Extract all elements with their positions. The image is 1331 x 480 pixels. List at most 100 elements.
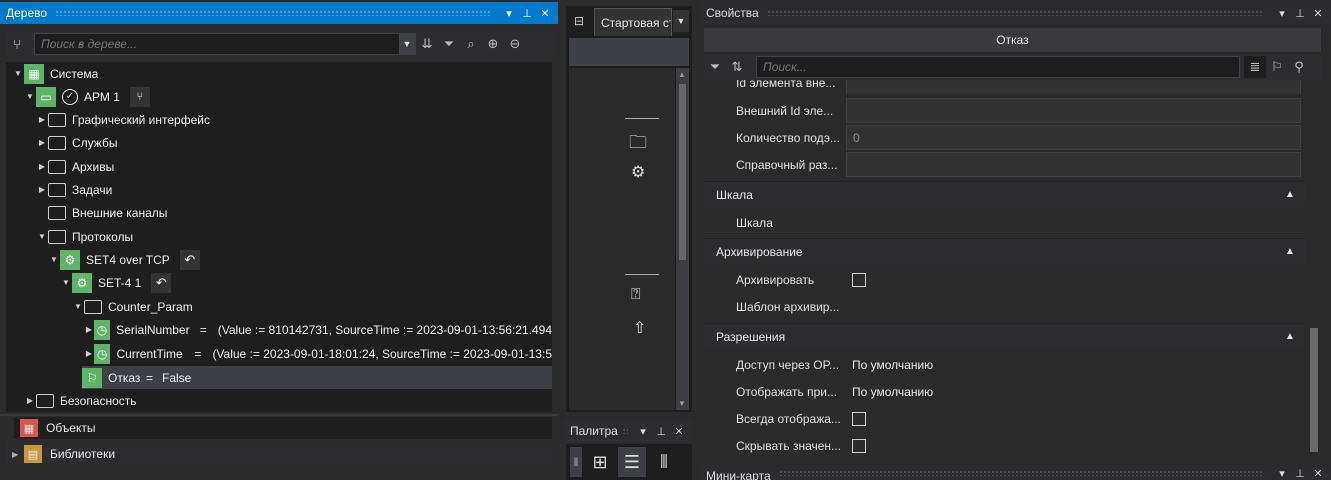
pin-icon[interactable]: ⊥ — [1293, 6, 1307, 20]
categorized-icon[interactable]: ≣ — [1244, 56, 1266, 78]
columns-view-icon[interactable]: ⦀ — [650, 447, 678, 477]
collapsed-icon[interactable]: ▶ — [84, 349, 94, 358]
collapsed-icon[interactable]: ▶ — [12, 450, 24, 459]
search-icon[interactable]: ⌕ — [460, 33, 482, 55]
tree-node-eq: = — [194, 346, 202, 361]
tree-search-box[interactable]: ▼ — [34, 33, 416, 55]
collapsed-icon[interactable]: ▶ — [36, 115, 48, 124]
expanded-icon[interactable]: ▼ — [60, 278, 72, 287]
tree-node-system[interactable]: ▼ ▦ Система — [12, 62, 98, 85]
collapse-all-icon[interactable]: ⇊ — [416, 33, 438, 55]
tree-node-external-channels[interactable]: Внешние каналы — [36, 201, 167, 224]
sort-icon[interactable]: ⇅ — [726, 56, 748, 78]
objects-panel-header[interactable]: ▦ Объекты — [14, 417, 552, 439]
drag-handle-icon[interactable]: ‖ — [570, 447, 582, 477]
collapsed-icon[interactable]: ▶ — [36, 138, 48, 147]
collapsed-icon[interactable]: ▶ — [36, 185, 48, 194]
tree-node-serial-number[interactable]: ▶ ◷ SerialNumber = (Value := 810142731, … — [84, 318, 552, 341]
pin-icon[interactable]: ⊥ — [1293, 466, 1307, 480]
folder-icon[interactable]: 🗀 — [629, 130, 647, 160]
zoom-out-icon[interactable]: ⊖ — [504, 33, 526, 55]
collapse-icon[interactable]: ▲ — [1285, 331, 1305, 342]
property-value[interactable]: По умолчанию — [846, 379, 1305, 404]
close-icon[interactable]: ✕ — [538, 6, 552, 20]
property-value[interactable]: По умолчанию — [846, 352, 1305, 377]
libraries-panel-header[interactable]: ▶ ▤ Библиотеки — [6, 442, 552, 466]
tree-search-input[interactable] — [41, 37, 399, 51]
tree-structure-icon[interactable]: ⑂ — [6, 33, 28, 55]
tree-node-set4-1[interactable]: ▼ ⚙ SET-4 1 ↶ — [60, 271, 172, 294]
list-view-icon[interactable]: ☰ — [618, 447, 646, 477]
tree-node-failure[interactable]: ⚐ Отказ = False — [82, 366, 552, 389]
tree-node-counter-param[interactable]: ▼ Counter_Param — [72, 295, 193, 318]
tree-node-protocols[interactable]: ▼ Протоколы — [36, 225, 133, 248]
collapsed-icon[interactable]: ▶ — [24, 396, 36, 405]
collapsed-icon[interactable]: ▶ — [36, 162, 48, 171]
expanded-icon[interactable]: ▼ — [72, 302, 84, 311]
close-icon[interactable]: ✕ — [1311, 6, 1325, 20]
undo-icon[interactable]: ↶ — [179, 249, 200, 270]
property-row-archive: Архивировать — [704, 266, 1305, 293]
tree-node-arm1[interactable]: ▼ ▭ ✓ АРМ 1 ⑂ — [24, 85, 150, 108]
protocol-icon: ⚙ — [60, 249, 80, 270]
collapse-icon[interactable]: ▲ — [1285, 189, 1305, 200]
pin-icon[interactable]: ⚲ — [1288, 56, 1310, 78]
property-row-opc-access: Доступ через OP... По умолчанию — [704, 351, 1305, 378]
grid-view-icon[interactable]: ⊞ — [586, 447, 614, 477]
pin-icon[interactable]: ⊥ — [654, 424, 668, 438]
tab-list-icon[interactable]: ⊟ — [568, 8, 590, 34]
filter-icon[interactable]: ⏷ — [704, 56, 726, 78]
property-value[interactable]: 0 — [846, 125, 1301, 150]
dropdown-icon[interactable]: ▾ — [636, 424, 650, 438]
gear-document-icon[interactable]: ⚙ — [631, 162, 645, 182]
always-display-checkbox[interactable] — [852, 411, 866, 426]
category-scale[interactable]: Шкала ▲ — [704, 181, 1305, 207]
center-scrollbar[interactable]: ▲ ▼ — [676, 68, 689, 410]
property-row-scale: Шкала — [704, 209, 1305, 236]
tree-node-gui[interactable]: ▶ Графический интерфейс — [36, 108, 210, 131]
property-value[interactable] — [846, 294, 1305, 319]
collapsed-icon[interactable]: ▶ — [84, 325, 94, 334]
dropdown-icon[interactable]: ▾ — [502, 6, 516, 20]
center-content: 🗀 ⚙ ⍰ ⇧ — [569, 68, 675, 410]
connect-icon[interactable]: ⑂ — [129, 86, 150, 107]
folder-icon — [36, 393, 54, 408]
tree-node-current-time[interactable]: ▶ ◷ CurrentTime = (Value := 2023-09-01-1… — [84, 342, 552, 365]
tab-start-page[interactable]: Стартовая ст — [594, 8, 672, 36]
flag-icon[interactable]: ⚐ — [1266, 56, 1288, 78]
close-icon[interactable]: ✕ — [1311, 466, 1325, 480]
expanded-icon[interactable]: ▼ — [36, 232, 48, 241]
tree-node-services[interactable]: ▶ Службы — [36, 131, 117, 154]
pin-icon[interactable]: ⊥ — [520, 6, 534, 20]
close-icon[interactable]: ✕ — [672, 424, 686, 438]
tree-node-security[interactable]: ▶ Безопасность — [24, 389, 137, 412]
property-value[interactable] — [846, 98, 1301, 123]
properties-search-input[interactable] — [763, 60, 1239, 74]
tab-dropdown-icon[interactable]: ▼ — [673, 10, 689, 32]
dropdown-icon[interactable]: ▾ — [1275, 6, 1289, 20]
expanded-icon[interactable]: ▼ — [12, 69, 24, 78]
tree-node-archives[interactable]: ▶ Архивы — [36, 155, 114, 178]
collapse-icon[interactable]: ▲ — [1285, 246, 1305, 257]
palette-panel-header: Палитра ▾ ⊥ ✕ — [564, 420, 692, 442]
archive-checkbox[interactable] — [852, 272, 866, 287]
category-permissions[interactable]: Разрешения ▲ — [704, 323, 1305, 349]
help-icon[interactable]: ⍰ — [631, 286, 641, 304]
property-value[interactable] — [846, 152, 1301, 177]
zoom-in-icon[interactable]: ⊕ — [482, 33, 504, 55]
filter-icon[interactable]: ⏷ — [438, 33, 460, 55]
search-dropdown-icon[interactable]: ▼ — [399, 34, 415, 54]
expanded-icon[interactable]: ▼ — [24, 92, 36, 101]
properties-search-box[interactable] — [756, 56, 1240, 78]
hide-value-checkbox[interactable] — [852, 438, 866, 453]
dropdown-icon[interactable]: ▾ — [1275, 466, 1289, 480]
expanded-icon[interactable]: ▼ — [48, 255, 60, 264]
property-label: Доступ через OP... — [736, 357, 840, 372]
property-value[interactable] — [846, 210, 1305, 235]
properties-scrollbar[interactable] — [1307, 80, 1321, 460]
pointer-icon[interactable]: ⇧ — [633, 318, 646, 338]
tree-node-tasks[interactable]: ▶ Задачи — [36, 178, 112, 201]
undo-icon[interactable]: ↶ — [151, 272, 172, 293]
tree-node-set4-over-tcp[interactable]: ▼ ⚙ SET4 over TCP ↶ — [48, 248, 200, 271]
category-archive[interactable]: Архивирование ▲ — [704, 238, 1305, 264]
